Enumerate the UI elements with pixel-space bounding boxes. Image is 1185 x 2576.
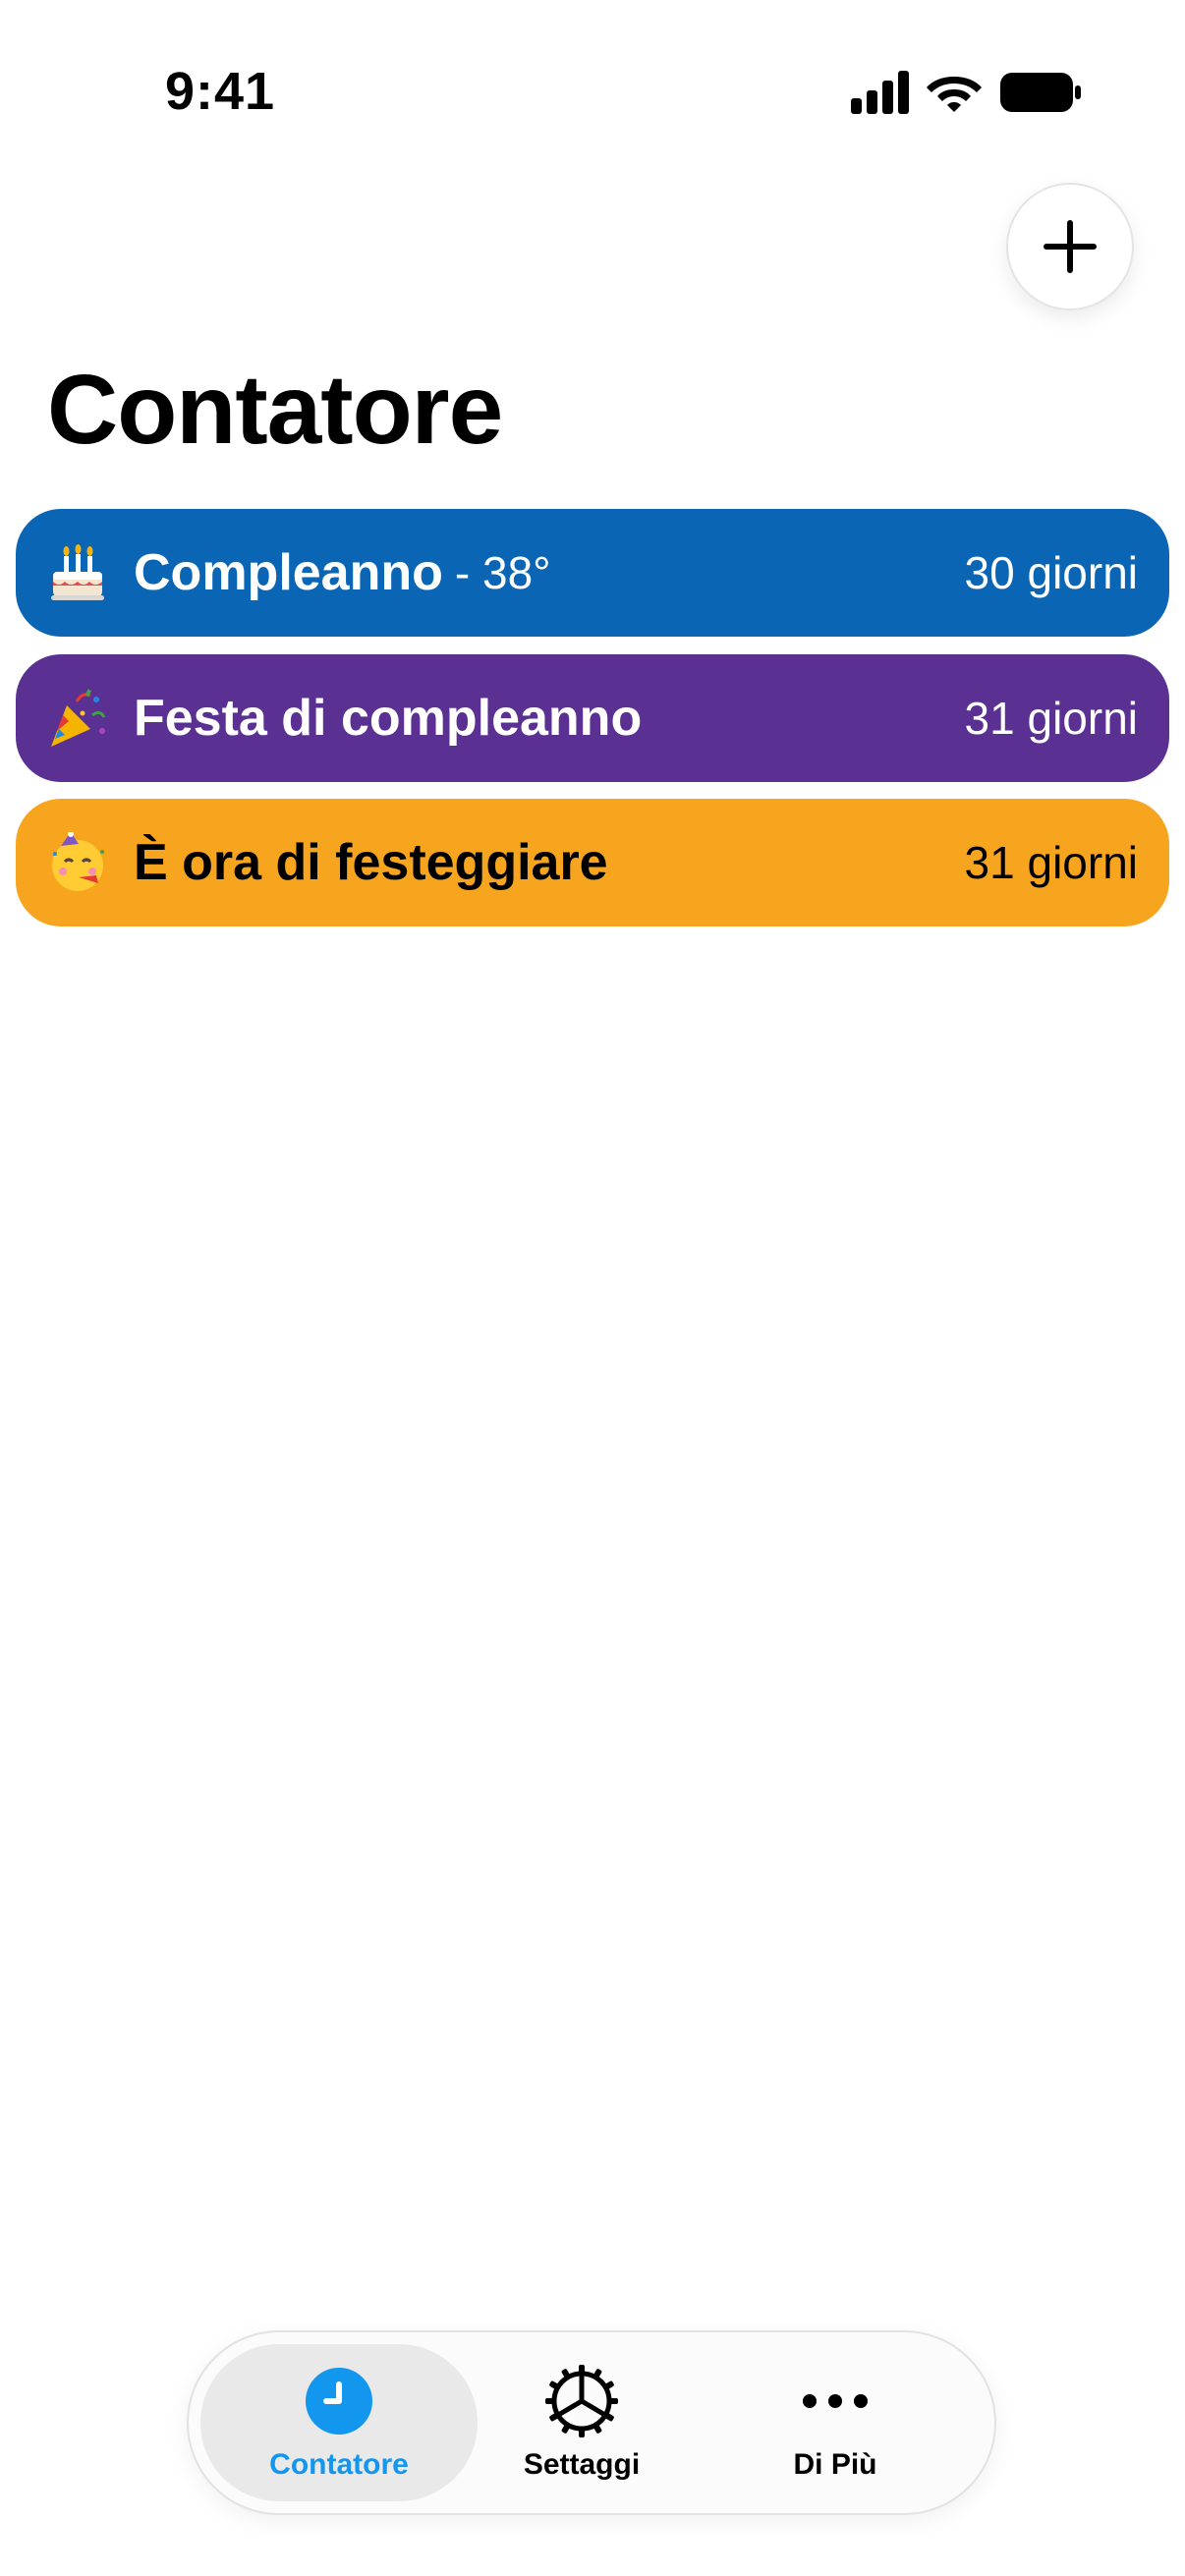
battery-icon bbox=[1000, 73, 1081, 112]
counter-title: Compleanno bbox=[134, 544, 443, 601]
status-bar: 9:41 bbox=[0, 0, 1185, 187]
counter-subtitle: - 38° bbox=[454, 547, 551, 598]
counter-title: Festa di compleanno bbox=[134, 690, 643, 747]
counter-row-compleanno[interactable]: Compleanno - 38° 30 giorni bbox=[16, 509, 1169, 637]
counter-title: È ora di festeggiare bbox=[134, 834, 608, 891]
cellular-signal-icon bbox=[851, 71, 909, 114]
add-counter-button[interactable] bbox=[1006, 183, 1134, 310]
counter-row-e-ora-di-festeggiare[interactable]: È ora di festeggiare 31 giorni bbox=[16, 799, 1169, 926]
tab-bar: Contatore Settaggi Di Più bbox=[187, 2330, 996, 2515]
tab-label: Contatore bbox=[269, 2448, 409, 2481]
tab-label: Settaggi bbox=[523, 2448, 641, 2481]
tab-label: Di Più bbox=[793, 2448, 877, 2481]
counter-days: 30 giorni bbox=[964, 547, 1138, 598]
counter-days: 31 giorni bbox=[964, 837, 1138, 888]
more-icon bbox=[798, 2364, 873, 2438]
counter-row-festa-di-compleanno[interactable]: Festa di compleanno 31 giorni bbox=[16, 654, 1169, 782]
status-icons bbox=[845, 71, 1081, 126]
status-time: 9:41 bbox=[165, 62, 276, 121]
partying-face-icon bbox=[45, 830, 110, 895]
page-title: Contatore bbox=[47, 355, 503, 465]
gear-icon bbox=[544, 2364, 619, 2438]
party-popper-icon bbox=[45, 686, 110, 751]
tab-contatore[interactable]: Contatore bbox=[200, 2344, 478, 2501]
birthday-cake-icon bbox=[45, 540, 110, 605]
tab-di-piu[interactable]: Di Più bbox=[757, 2344, 914, 2501]
counter-days: 31 giorni bbox=[964, 693, 1138, 744]
wifi-icon bbox=[927, 77, 982, 112]
tab-settaggi[interactable]: Settaggi bbox=[503, 2344, 660, 2501]
plus-icon bbox=[1044, 220, 1097, 273]
clock-icon bbox=[302, 2364, 376, 2438]
